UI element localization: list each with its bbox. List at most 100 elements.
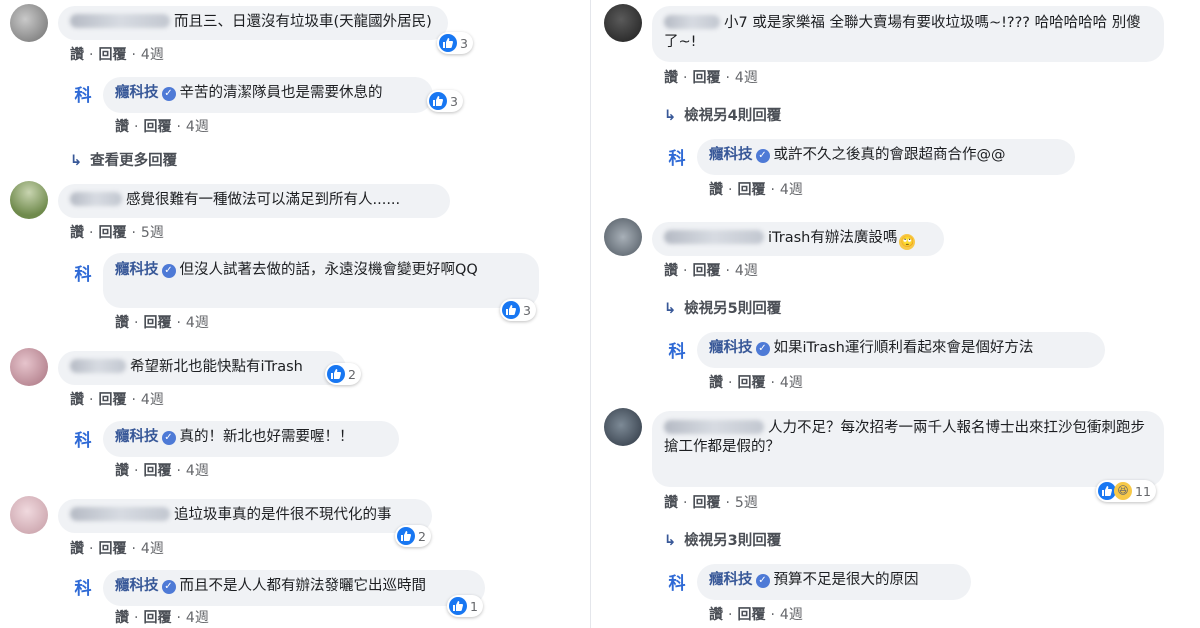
page-avatar[interactable]: 科 [70, 262, 96, 288]
reply-link[interactable]: 回覆 [98, 541, 126, 557]
page-name[interactable]: 癮科技 [709, 572, 753, 588]
reply-text: 辛苦的清潔隊員也是需要休息的 [179, 85, 383, 101]
avatar[interactable] [604, 4, 642, 42]
like-link[interactable]: 讚 [664, 70, 678, 86]
page-name[interactable]: 癮科技 [115, 85, 159, 101]
timestamp[interactable]: 4週 [141, 541, 164, 557]
reply-link[interactable]: 回覆 [737, 182, 765, 198]
comment-actions: 讚 · 回覆 · 4週 [664, 70, 758, 86]
reply-text: 或許不久之後真的會跟超商合作@@ [773, 147, 1006, 163]
timestamp[interactable]: 5週 [141, 225, 164, 241]
blurred-username[interactable] [70, 359, 126, 373]
reply-bubble: 癮科技 ✓ 辛苦的清潔隊員也是需要休息的 [103, 77, 433, 113]
like-icon [429, 92, 447, 110]
blurred-username[interactable] [664, 230, 764, 244]
like-link[interactable]: 讚 [709, 607, 723, 623]
page-name[interactable]: 癮科技 [709, 147, 753, 163]
avatar[interactable] [604, 408, 642, 446]
reaction-count[interactable]: 3 [500, 299, 536, 321]
timestamp[interactable]: 4週 [780, 182, 803, 198]
view-more-replies-link[interactable]: ↳ 檢視另5則回覆 [664, 297, 781, 318]
reply-link[interactable]: 回覆 [98, 47, 126, 63]
reply-link[interactable]: 回覆 [98, 225, 126, 241]
like-link[interactable]: 讚 [709, 375, 723, 391]
reaction-count[interactable]: 3 [427, 90, 463, 112]
page-avatar[interactable]: 科 [70, 428, 96, 454]
like-link[interactable]: 讚 [70, 541, 84, 557]
verified-badge-icon: ✓ [161, 87, 176, 101]
view-more-replies-link[interactable]: ↳ 檢視另3則回覆 [664, 529, 781, 550]
timestamp[interactable]: 4週 [141, 47, 164, 63]
reply-arrow-icon: ↳ [664, 108, 677, 124]
blurred-username[interactable] [664, 15, 720, 29]
reply-bubble: 癮科技 ✓ 真的！新北也好需要喔！！ [103, 421, 399, 457]
timestamp[interactable]: 4週 [735, 263, 758, 279]
timestamp[interactable]: 4週 [735, 70, 758, 86]
reply-link[interactable]: 回覆 [143, 119, 171, 135]
timestamp[interactable]: 4週 [141, 392, 164, 408]
timestamp[interactable]: 4週 [780, 375, 803, 391]
comment-bubble: iTrash有辦法廣設嗎 🙄 [652, 222, 944, 256]
reaction-count[interactable]: 2 [395, 525, 431, 547]
like-link[interactable]: 讚 [70, 392, 84, 408]
view-more-replies-link[interactable]: ↳ 檢視另4則回覆 [664, 104, 781, 125]
page-avatar[interactable]: 科 [664, 146, 690, 172]
reply-link[interactable]: 回覆 [737, 375, 765, 391]
avatar[interactable] [10, 348, 48, 386]
verified-badge-icon: ✓ [161, 264, 176, 278]
page-name[interactable]: 癮科技 [709, 340, 753, 356]
verified-badge-icon: ✓ [161, 431, 176, 445]
comment-bubble: 追垃圾車真的是件很不現代化的事 [58, 499, 432, 533]
page-name[interactable]: 癮科技 [115, 578, 159, 594]
avatar[interactable] [604, 218, 642, 256]
avatar[interactable] [10, 4, 48, 42]
view-more-replies-link[interactable]: ↳ 查看更多回覆 [70, 149, 177, 170]
blurred-username[interactable] [664, 420, 764, 434]
reply-bubble: 癮科技 ✓ 或許不久之後真的會跟超商合作@@ [697, 139, 1075, 175]
timestamp[interactable]: 4週 [780, 607, 803, 623]
page-avatar[interactable]: 科 [70, 83, 96, 109]
timestamp[interactable]: 5週 [735, 495, 758, 511]
reaction-count[interactable]: 3 [437, 32, 473, 54]
like-link[interactable]: 讚 [115, 463, 129, 479]
blurred-username[interactable] [70, 507, 170, 521]
reaction-count[interactable]: 2 [325, 363, 361, 385]
page-avatar[interactable]: 科 [664, 339, 690, 365]
timestamp[interactable]: 4週 [186, 315, 209, 331]
reply-link[interactable]: 回覆 [143, 315, 171, 331]
like-link[interactable]: 讚 [709, 182, 723, 198]
avatar[interactable] [10, 496, 48, 534]
comment-bubble: 人力不足？每次招考一兩千人報名博士出來扛沙包衝刺跑步搶工作都是假的？ [652, 411, 1164, 487]
reply-link[interactable]: 回覆 [98, 392, 126, 408]
comment-actions: 讚 · 回覆 · 4週 [70, 541, 164, 557]
blurred-username[interactable] [70, 192, 122, 206]
like-link[interactable]: 讚 [664, 495, 678, 511]
page-avatar[interactable]: 科 [664, 571, 690, 597]
timestamp[interactable]: 4週 [186, 610, 209, 626]
reply-link[interactable]: 回覆 [692, 70, 720, 86]
avatar[interactable] [10, 181, 48, 219]
comment-text: 希望新北也能快點有iTrash [130, 359, 303, 375]
reply-link[interactable]: 回覆 [143, 463, 171, 479]
page-name[interactable]: 癮科技 [115, 262, 159, 278]
reaction-count[interactable]: 1 [447, 595, 483, 617]
like-link[interactable]: 讚 [115, 610, 129, 626]
reply-link[interactable]: 回覆 [692, 263, 720, 279]
reply-link[interactable]: 回覆 [692, 495, 720, 511]
reply-link[interactable]: 回覆 [737, 607, 765, 623]
reply-link[interactable]: 回覆 [143, 610, 171, 626]
page-name[interactable]: 癮科技 [115, 429, 159, 445]
like-icon [449, 597, 467, 615]
timestamp[interactable]: 4週 [186, 463, 209, 479]
reaction-count[interactable]: 😆 11 [1096, 480, 1156, 502]
comment-text: 而且三、日還沒有垃圾車(天龍國外居民) [174, 14, 432, 30]
like-link[interactable]: 讚 [664, 263, 678, 279]
blurred-username[interactable] [70, 14, 170, 28]
like-link[interactable]: 讚 [70, 47, 84, 63]
like-link[interactable]: 讚 [115, 315, 129, 331]
timestamp[interactable]: 4週 [186, 119, 209, 135]
page-avatar[interactable]: 科 [70, 576, 96, 602]
comment-actions: 讚 · 回覆 · 5週 [70, 225, 164, 241]
like-link[interactable]: 讚 [70, 225, 84, 241]
like-link[interactable]: 讚 [115, 119, 129, 135]
